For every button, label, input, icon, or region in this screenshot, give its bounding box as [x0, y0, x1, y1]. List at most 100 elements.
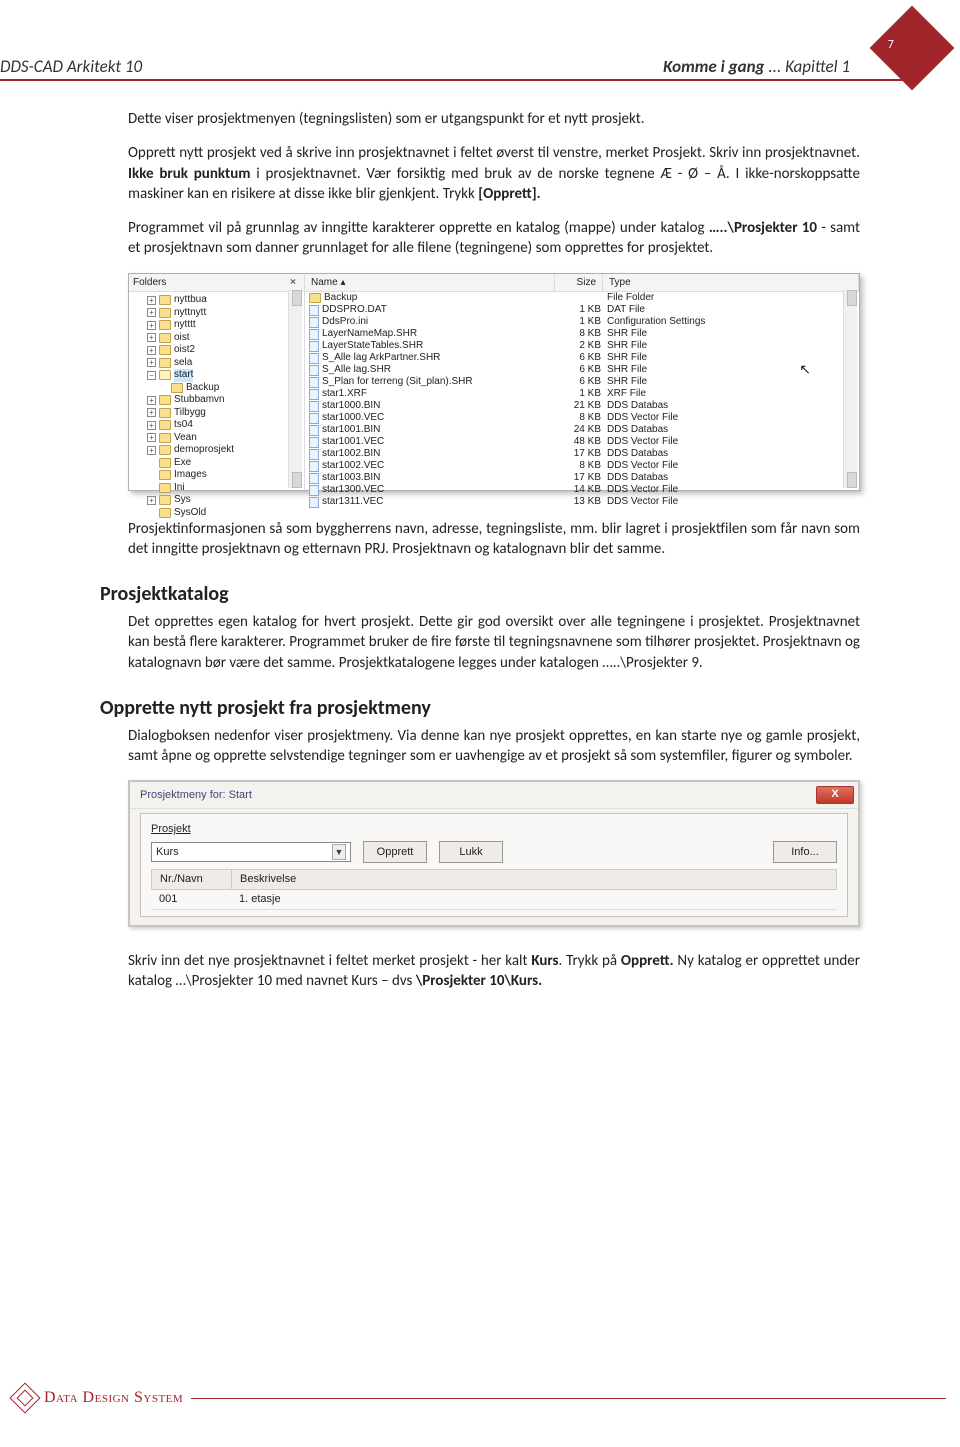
- file-type: SHR File: [607, 340, 859, 352]
- expand-icon[interactable]: +: [147, 496, 156, 505]
- tree-item[interactable]: + oist: [147, 332, 304, 345]
- list-item[interactable]: LayerStateTables.SHR 2 KBSHR File: [305, 340, 859, 352]
- expand-icon[interactable]: +: [147, 421, 156, 430]
- opprett-button[interactable]: Opprett: [363, 841, 427, 863]
- expand-icon[interactable]: +: [147, 296, 156, 305]
- tree-item[interactable]: +Vean: [147, 432, 304, 445]
- folder-icon: [309, 293, 321, 303]
- list-item[interactable]: DDSPRO.DAT1 KBDAT File: [305, 304, 859, 316]
- file-size: 48 KB: [561, 436, 607, 448]
- list-item[interactable]: DdsPro.ini1 KBConfiguration Settings: [305, 316, 859, 328]
- col-size[interactable]: Size: [555, 274, 603, 292]
- tree-item[interactable]: +nytttt: [147, 319, 304, 332]
- file-icon: [309, 449, 319, 460]
- file-name: S_Alle lag.SHR: [322, 364, 391, 376]
- col-type[interactable]: Type: [603, 274, 859, 292]
- list-item[interactable]: star1002.BIN17 KBDDS Databas: [305, 448, 859, 460]
- file-type: SHR File: [607, 352, 859, 364]
- lukk-button[interactable]: Lukk: [439, 841, 503, 863]
- tree-item-label: nyttnytt: [174, 307, 206, 320]
- col-nr[interactable]: Nr./Navn: [151, 869, 231, 890]
- expand-icon[interactable]: +: [147, 433, 156, 442]
- header-product: DDS-CAD Arkitekt 10: [0, 56, 142, 77]
- expand-icon[interactable]: +: [147, 408, 156, 417]
- tree-item[interactable]: +ts04: [147, 419, 304, 432]
- tree-item[interactable]: Exe: [147, 457, 304, 470]
- list-item[interactable]: star1001.VEC48 KBDDS Vector File: [305, 436, 859, 448]
- folder-icon: [159, 458, 171, 468]
- list-item[interactable]: S_Alle lag.SHR6 KBSHR File: [305, 364, 859, 376]
- expand-icon[interactable]: +: [147, 321, 156, 330]
- expand-icon[interactable]: +: [147, 358, 156, 367]
- folder-icon: [159, 495, 171, 505]
- tree-item[interactable]: Images: [147, 469, 304, 482]
- file-type: File Folder: [607, 292, 859, 304]
- tree-item[interactable]: SysOld: [147, 507, 304, 520]
- tree-item-label: Backup: [186, 382, 219, 395]
- file-type: Configuration Settings: [607, 316, 859, 328]
- file-size: 2 KB: [561, 340, 607, 352]
- folder-tree[interactable]: +nyttbua+nyttnytt+nytttt+oist+oist2+sela…: [129, 292, 304, 519]
- tree-item[interactable]: + Stubbamvn: [147, 394, 304, 407]
- list-item[interactable]: star1000.BIN21 KBDDS Databas: [305, 400, 859, 412]
- drawing-row[interactable]: 001 1. etasje: [151, 890, 837, 910]
- expand-icon[interactable]: +: [147, 396, 156, 405]
- expand-icon[interactable]: +: [147, 446, 156, 455]
- tree-item[interactable]: +Sys: [147, 494, 304, 507]
- file-name: LayerStateTables.SHR: [322, 340, 423, 352]
- file-icon: [309, 377, 319, 388]
- tree-item[interactable]: +sela: [147, 357, 304, 370]
- file-icon: [309, 317, 319, 328]
- page-header: DDS-CAD Arkitekt 10 Komme i gang ... Kap…: [0, 0, 920, 81]
- list-item[interactable]: S_Plan for terreng (Sit_plan).SHR6 KBSHR…: [305, 376, 859, 388]
- list-item[interactable]: LayerNameMap.SHR8 KBSHR File: [305, 328, 859, 340]
- tree-item-label: Stubbamvn: [174, 394, 225, 407]
- folder-icon: [159, 420, 171, 430]
- file-type: SHR File: [607, 328, 859, 340]
- tree-item[interactable]: −start: [147, 369, 304, 382]
- file-icon: [309, 329, 319, 340]
- list-item[interactable]: star1000.VEC8 KBDDS Vector File: [305, 412, 859, 424]
- col-name[interactable]: Name ▴: [305, 274, 555, 292]
- tree-item[interactable]: Ini: [147, 482, 304, 495]
- prosjekt-combobox[interactable]: Kurs ▼: [151, 842, 351, 862]
- info-button[interactable]: Info...: [773, 841, 837, 863]
- list-item[interactable]: star1300.VEC14 KBDDS Vector File: [305, 484, 859, 496]
- list-item[interactable]: BackupFile Folder: [305, 292, 859, 304]
- file-type: DDS Databas: [607, 400, 859, 412]
- list-item[interactable]: star1003.BIN17 KBDDS Databas: [305, 472, 859, 484]
- expand-icon[interactable]: +: [147, 346, 156, 355]
- list-item[interactable]: star1311.VEC13 KBDDS Vector File: [305, 496, 859, 508]
- close-button[interactable]: X: [816, 786, 854, 804]
- file-size: 24 KB: [561, 424, 607, 436]
- tree-item[interactable]: + Tilbygg: [147, 407, 304, 420]
- close-icon[interactable]: ×: [286, 276, 300, 290]
- expand-icon[interactable]: +: [147, 333, 156, 342]
- folder-icon: [159, 358, 171, 368]
- chevron-down-icon[interactable]: ▼: [332, 844, 346, 860]
- tree-item[interactable]: Backup: [147, 382, 304, 395]
- scrollbar[interactable]: [843, 290, 857, 488]
- file-icon: [309, 437, 319, 448]
- list-item[interactable]: star1001.BIN24 KBDDS Databas: [305, 424, 859, 436]
- expand-icon[interactable]: −: [147, 371, 156, 380]
- list-item[interactable]: S_Alle lag ArkPartner.SHR6 KBSHR File: [305, 352, 859, 364]
- tree-item[interactable]: +oist2: [147, 344, 304, 357]
- tree-item-label: oist: [174, 332, 190, 345]
- col-beskrivelse[interactable]: Beskrivelse: [231, 869, 837, 890]
- paragraph-opprette: Dialogboksen nedenfor viser prosjektmeny…: [128, 726, 860, 767]
- folder-icon: [159, 483, 171, 493]
- tree-item[interactable]: + nyttnytt: [147, 307, 304, 320]
- tree-item-label: Ini: [174, 482, 185, 495]
- list-item[interactable]: star1.XRF1 KBXRF File: [305, 388, 859, 400]
- file-name: LayerNameMap.SHR: [322, 328, 417, 340]
- tree-item-label: Tilbygg: [174, 407, 206, 420]
- scrollbar[interactable]: [288, 290, 302, 488]
- tree-item[interactable]: +demoprosjekt: [147, 444, 304, 457]
- dialog-body: Prosjekt Kurs ▼ Opprett Lukk Info... Nr.…: [140, 813, 848, 917]
- file-type: DDS Databas: [607, 448, 859, 460]
- list-item[interactable]: star1002.VEC8 KBDDS Vector File: [305, 460, 859, 472]
- file-list-body[interactable]: BackupFile FolderDDSPRO.DAT1 KBDAT FileD…: [305, 292, 859, 508]
- expand-icon[interactable]: +: [147, 308, 156, 317]
- tree-item[interactable]: +nyttbua: [147, 294, 304, 307]
